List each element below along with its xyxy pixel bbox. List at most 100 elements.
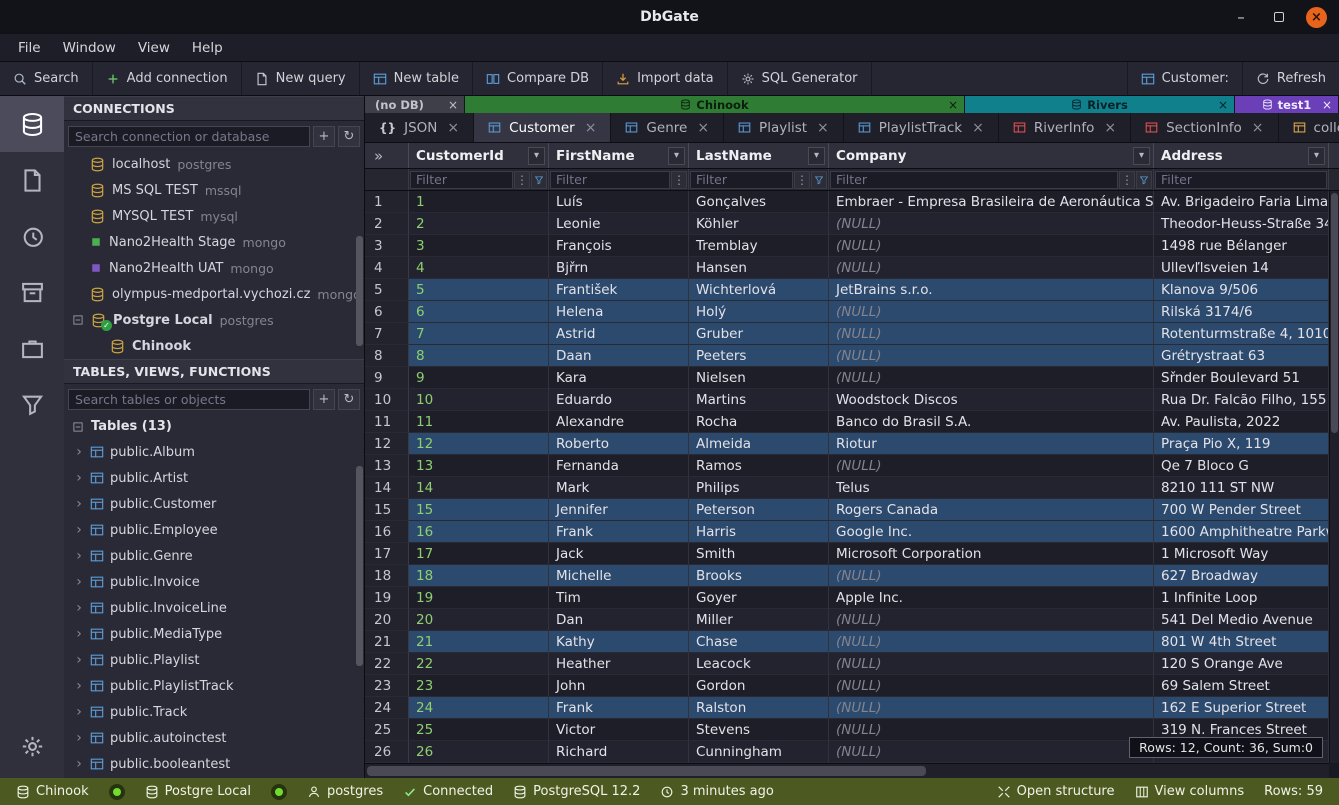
- cell-address[interactable]: Av. Paulista, 2022: [1154, 411, 1329, 433]
- tab-playlisttrack[interactable]: PlaylistTrack×: [844, 113, 999, 142]
- menu-item-help[interactable]: Help: [182, 37, 233, 59]
- db-group-no-db[interactable]: (no DB)×: [365, 96, 465, 113]
- row-number[interactable]: 22: [365, 653, 409, 675]
- filter-menu-icon[interactable]: ⋮: [671, 171, 687, 189]
- cell-firstname[interactable]: Bjřrn: [549, 257, 689, 279]
- cell-lastname[interactable]: Nielsen: [689, 367, 829, 389]
- filter-funnel-icon[interactable]: [531, 171, 547, 189]
- column-header-company[interactable]: Company▾: [829, 143, 1154, 168]
- close-icon[interactable]: ×: [1104, 120, 1116, 136]
- horizontal-scrollbar[interactable]: [365, 763, 1329, 778]
- cell-lastname[interactable]: Gordon: [689, 675, 829, 697]
- connections-search-input[interactable]: [68, 126, 310, 147]
- row-number[interactable]: 24: [365, 697, 409, 719]
- connection-item-olympus-medportal-vychozi-cz[interactable]: olympus-medportal.vychozi.czmongo: [64, 281, 364, 307]
- db-group-test1[interactable]: test1×: [1235, 96, 1339, 113]
- cell-lastname[interactable]: Gonçalves: [689, 191, 829, 213]
- toolbar-refresh[interactable]: Refresh: [1242, 62, 1339, 95]
- cell-customerid[interactable]: 19: [409, 587, 549, 609]
- cell-company[interactable]: Apple Inc.: [829, 587, 1154, 609]
- cell-address[interactable]: Rotenturmstraße 4, 1010 I: [1154, 323, 1329, 345]
- cell-company[interactable]: (NULL): [829, 235, 1154, 257]
- table-item-public-album[interactable]: ›public.Album: [64, 439, 364, 465]
- cell-address[interactable]: 1498 rue Bélanger: [1154, 235, 1329, 257]
- activity-archive-button[interactable]: [0, 264, 64, 320]
- row-number[interactable]: 8: [365, 345, 409, 367]
- cell-address[interactable]: 1600 Amphitheatre Parkw: [1154, 521, 1329, 543]
- connection-item-ms-sql-test[interactable]: MS SQL TESTmssql: [64, 177, 364, 203]
- row-number[interactable]: 18: [365, 565, 409, 587]
- filter-input-address[interactable]: [1155, 171, 1327, 189]
- cell-company[interactable]: (NULL): [829, 741, 1154, 763]
- tab-riverinfo[interactable]: RiverInfo×: [999, 113, 1131, 142]
- cell-firstname[interactable]: John: [549, 675, 689, 697]
- refresh-tables-button[interactable]: ↻: [338, 389, 360, 410]
- row-number[interactable]: 10: [365, 389, 409, 411]
- horizontal-scrollbar-thumb[interactable]: [367, 766, 926, 776]
- cell-firstname[interactable]: Mark: [549, 477, 689, 499]
- row-number[interactable]: 2: [365, 213, 409, 235]
- cell-customerid[interactable]: 21: [409, 631, 549, 653]
- tab-playlist[interactable]: Playlist×: [724, 113, 844, 142]
- cell-company[interactable]: (NULL): [829, 257, 1154, 279]
- cell-company[interactable]: (NULL): [829, 213, 1154, 235]
- column-header-customerid[interactable]: CustomerId▾: [409, 143, 549, 168]
- table-item-public-track[interactable]: ›public.Track: [64, 699, 364, 725]
- cell-firstname[interactable]: Frank: [549, 697, 689, 719]
- toolbar-sql-generator[interactable]: SQL Generator: [728, 62, 872, 95]
- connection-item-localhost[interactable]: localhostpostgres: [64, 151, 364, 177]
- cell-lastname[interactable]: Philips: [689, 477, 829, 499]
- tab-collection[interactable]: collection: [1279, 113, 1339, 142]
- row-number[interactable]: 7: [365, 323, 409, 345]
- cell-firstname[interactable]: Eduardo: [549, 389, 689, 411]
- cell-firstname[interactable]: Daan: [549, 345, 689, 367]
- cell-company[interactable]: (NULL): [829, 367, 1154, 389]
- refresh-connections-button[interactable]: ↻: [338, 126, 360, 147]
- chevron-down-icon[interactable]: ▾: [1308, 147, 1325, 165]
- menu-item-view[interactable]: View: [128, 37, 180, 59]
- cell-address[interactable]: 627 Broadway: [1154, 565, 1329, 587]
- cell-customerid[interactable]: 26: [409, 741, 549, 763]
- cell-company[interactable]: Rogers Canada: [829, 499, 1154, 521]
- cell-firstname[interactable]: Jennifer: [549, 499, 689, 521]
- tab-json[interactable]: {}JSON×: [365, 113, 474, 142]
- cell-address[interactable]: 541 Del Medio Avenue: [1154, 609, 1329, 631]
- close-icon[interactable]: ×: [448, 98, 458, 112]
- cell-lastname[interactable]: Ralston: [689, 697, 829, 719]
- cell-company[interactable]: (NULL): [829, 323, 1154, 345]
- add-table-mini-button[interactable]: +: [313, 389, 335, 410]
- cell-customerid[interactable]: 20: [409, 609, 549, 631]
- activity-gear-button[interactable]: [0, 718, 64, 774]
- cell-firstname[interactable]: Luís: [549, 191, 689, 213]
- cell-lastname[interactable]: Brooks: [689, 565, 829, 587]
- cell-lastname[interactable]: Holý: [689, 301, 829, 323]
- row-number[interactable]: 14: [365, 477, 409, 499]
- cell-address[interactable]: Praça Pio X, 119: [1154, 433, 1329, 455]
- cell-lastname[interactable]: Tremblay: [689, 235, 829, 257]
- cell-company[interactable]: (NULL): [829, 675, 1154, 697]
- table-item-public-employee[interactable]: ›public.Employee: [64, 517, 364, 543]
- cell-address[interactable]: Qe 7 Bloco G: [1154, 455, 1329, 477]
- cell-address[interactable]: Ullevľlsveien 14: [1154, 257, 1329, 279]
- cell-address[interactable]: 8210 111 ST NW: [1154, 477, 1329, 499]
- close-icon[interactable]: ×: [697, 120, 709, 136]
- row-number[interactable]: 12: [365, 433, 409, 455]
- cell-address[interactable]: Rua Dr. Falcão Filho, 155: [1154, 389, 1329, 411]
- cell-firstname[interactable]: Jack: [549, 543, 689, 565]
- filter-funnel-icon[interactable]: [1136, 171, 1152, 189]
- cell-customerid[interactable]: 12: [409, 433, 549, 455]
- row-number[interactable]: 16: [365, 521, 409, 543]
- connection-item-postgre-local[interactable]: ✓Postgre Localpostgres: [64, 307, 364, 333]
- cell-customerid[interactable]: 9: [409, 367, 549, 389]
- table-item-public-playlist[interactable]: ›public.Playlist: [64, 647, 364, 673]
- cell-customerid[interactable]: 22: [409, 653, 549, 675]
- close-button[interactable]: ×: [1306, 7, 1327, 28]
- close-icon[interactable]: ×: [447, 120, 459, 136]
- row-number[interactable]: 19: [365, 587, 409, 609]
- tab-genre[interactable]: Genre×: [611, 113, 724, 142]
- menu-item-file[interactable]: File: [8, 37, 51, 59]
- db-group-chinook[interactable]: Chinook×: [465, 96, 965, 113]
- cell-company[interactable]: (NULL): [829, 301, 1154, 323]
- row-number[interactable]: 5: [365, 279, 409, 301]
- cell-company[interactable]: (NULL): [829, 565, 1154, 587]
